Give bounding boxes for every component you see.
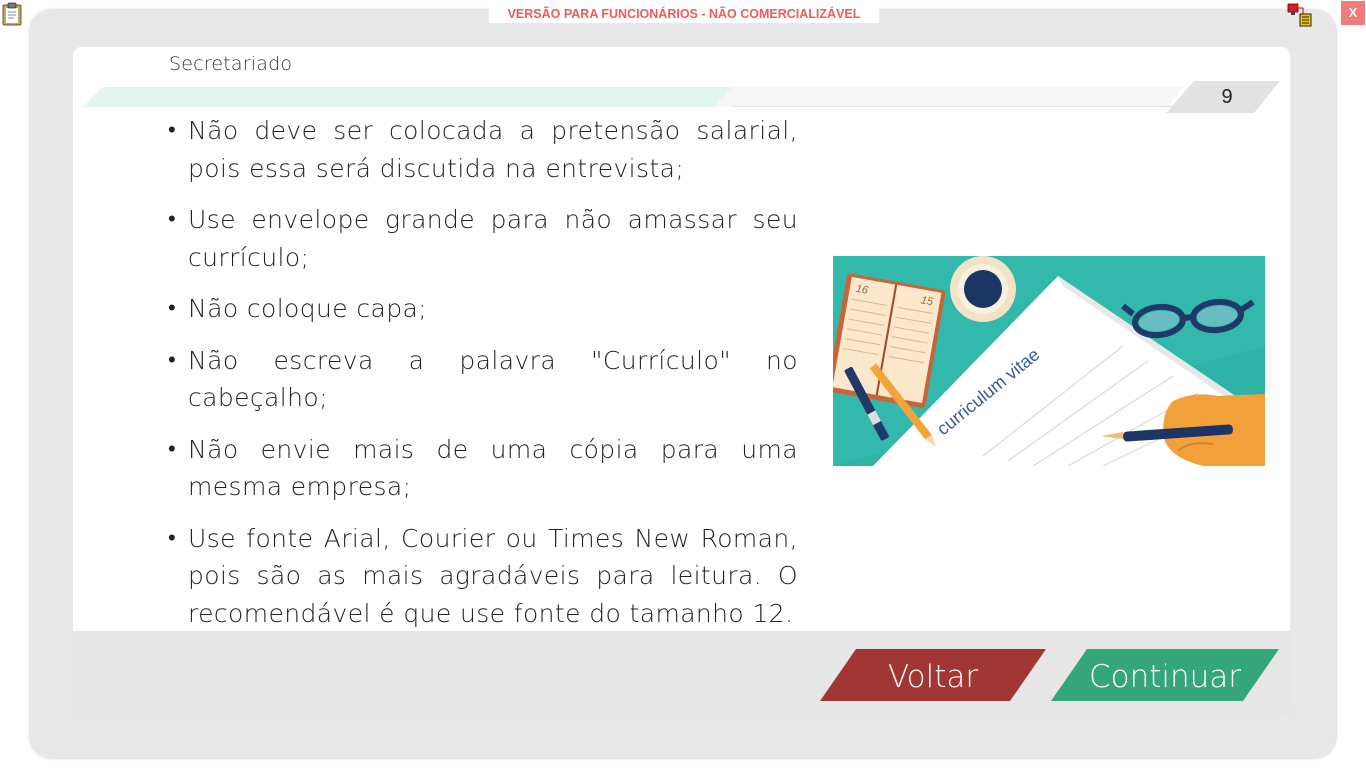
list-item-text: Não coloque capa; bbox=[188, 294, 428, 323]
navigation-footer: Voltar Continuar bbox=[73, 631, 1290, 718]
list-item: • Use envelope grande para não amassar se… bbox=[168, 205, 798, 272]
continue-button-label: Continuar bbox=[1088, 659, 1242, 695]
continue-button[interactable]: Continuar bbox=[1051, 649, 1279, 701]
slide-content: Secretariado 9 • Não deve ser colocada a … bbox=[73, 47, 1290, 718]
list-item: • Não deve ser colocada a pretensão salar… bbox=[168, 116, 798, 183]
list-item: • Não escreva a palavra "Currículo" no ca… bbox=[168, 345, 798, 413]
list-item: • Use fonte Arial, Courier ou Times New R… bbox=[168, 523, 798, 628]
curriculum-vitae-illustration: curriculum vitae 16 15 bbox=[833, 256, 1265, 466]
list-item: • Não envie mais de uma cópia para uma me… bbox=[168, 434, 798, 502]
network-status-icon[interactable] bbox=[1287, 3, 1313, 27]
page-number-badge: 9 bbox=[1166, 81, 1280, 113]
clipboard-icon[interactable] bbox=[2, 2, 22, 26]
back-button[interactable]: Voltar bbox=[820, 649, 1046, 701]
page-number: 9 bbox=[1221, 86, 1233, 108]
watermark-banner: VERSÃO PARA FUNCIONÁRIOS - NÃO COMERCIAL… bbox=[489, 6, 879, 23]
list-item-text: Não envie mais de uma cópia para uma mes… bbox=[188, 434, 798, 502]
back-button-label: Voltar bbox=[887, 659, 979, 695]
list-item-text: Não deve ser colocada a pretensão salari… bbox=[188, 116, 798, 183]
tips-list: • Não deve ser colocada a pretensão salar… bbox=[166, 112, 798, 646]
header-progress-bar bbox=[83, 87, 1183, 107]
list-item-text: Use envelope grande para não amassar seu… bbox=[188, 205, 798, 272]
list-item-text: Não escreva a palavra "Currículo" no cab… bbox=[188, 345, 798, 413]
close-button[interactable]: X bbox=[1341, 1, 1365, 25]
list-item: • Não coloque capa; bbox=[168, 294, 428, 323]
section-title: Secretariado bbox=[169, 53, 293, 75]
list-item-text: Use fonte Arial, Courier ou Times New Ro… bbox=[188, 523, 798, 628]
